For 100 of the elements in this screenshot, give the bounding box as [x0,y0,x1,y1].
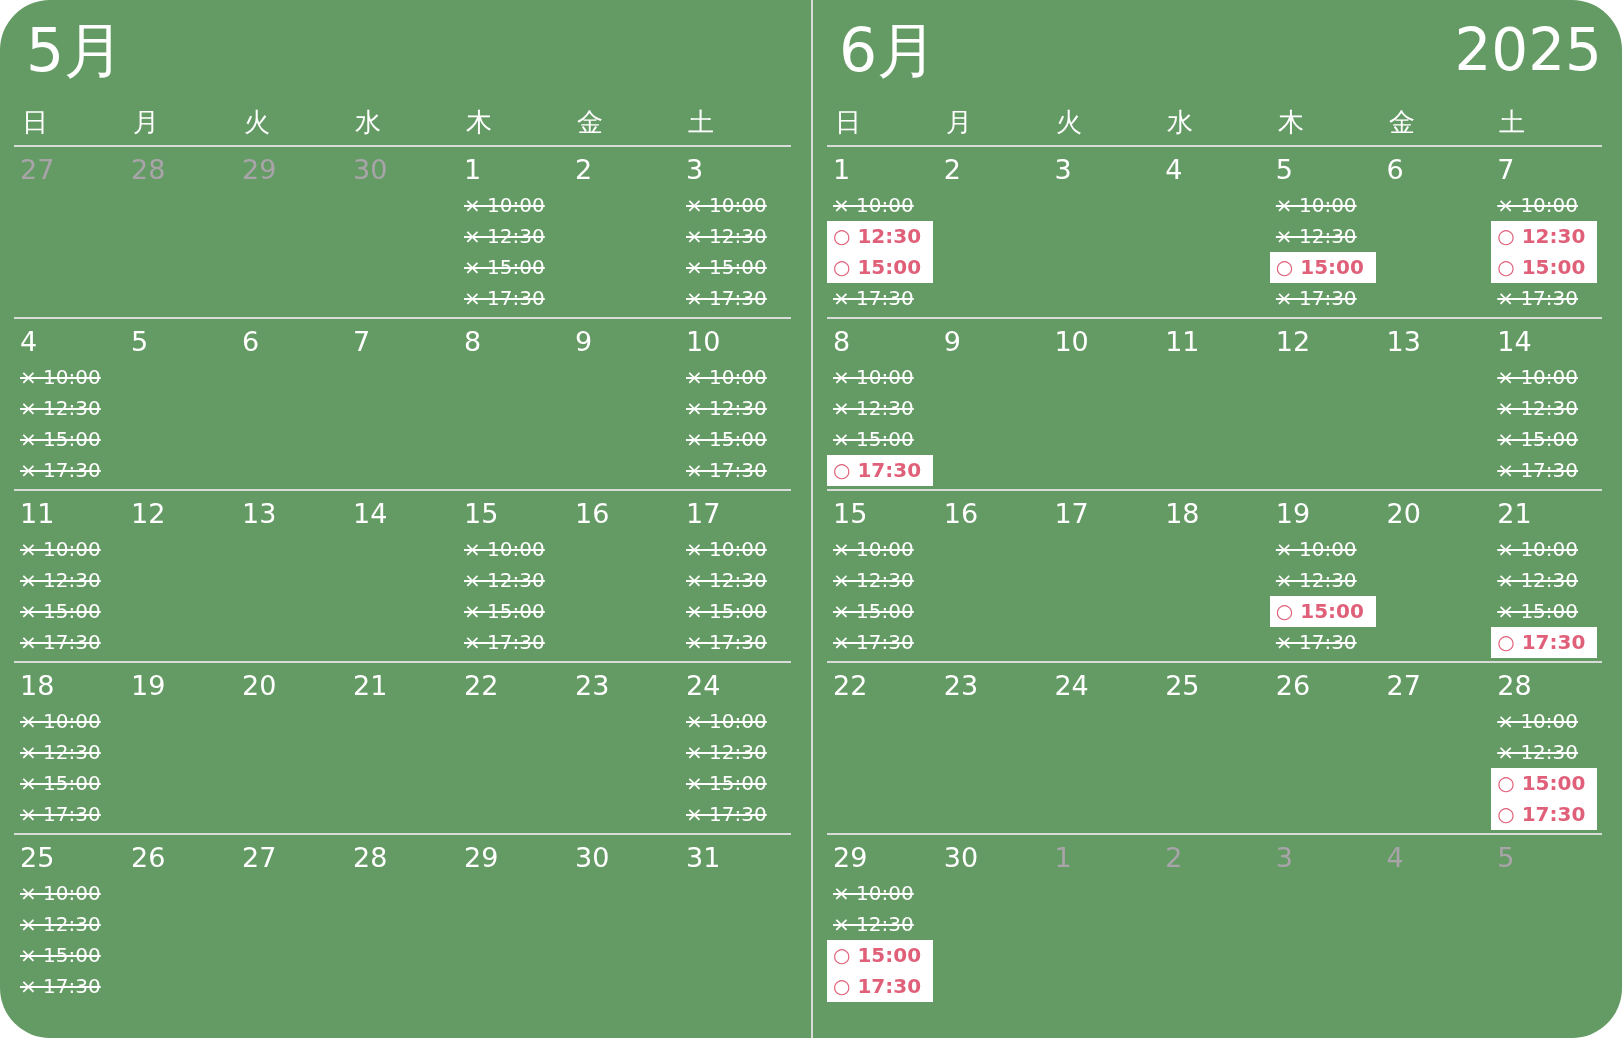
time-slot: × 10:00 [680,534,786,565]
time-slot: × 17:30 [680,627,786,658]
time-slot[interactable]: ○ 12:30 [1491,221,1598,252]
time-slot[interactable]: ○ 17:30 [1491,799,1598,830]
day-number: 30 [352,153,388,187]
time-slot: × 10:00 [827,534,933,565]
time-slot: × 17:30 [458,627,564,658]
time-slot: × 17:30 [1491,455,1598,486]
day-number: 20 [1385,497,1421,531]
time-slot: × 12:30 [680,565,786,596]
time-slot: × 15:00 [827,596,933,627]
day-number: 12 [1274,325,1311,359]
weekday-label: 日 [21,106,48,139]
weekday-label: 水 [354,106,381,139]
time-slot[interactable]: ○ 17:30 [1491,627,1598,658]
time-slot: × 12:30 [458,565,564,596]
time-slot: × 10:00 [680,362,786,393]
time-slot: × 10:00 [1269,190,1376,221]
day-number: 28 [130,153,166,187]
weekday-label: 土 [687,106,714,139]
time-slot: × 10:00 [458,190,564,221]
day-number: 30 [942,841,979,875]
day-number: 24 [685,669,721,703]
day-number: 27 [241,841,277,875]
day-number: 9 [942,325,961,359]
time-slot: × 12:30 [458,221,564,252]
day-number: 17 [685,497,721,531]
day-number: 27 [19,153,55,187]
time-slot: × 10:00 [680,706,786,737]
time-slot[interactable]: ○ 12:30 [827,221,933,252]
day-number: 17 [1053,497,1089,531]
time-slot: × 15:00 [14,424,120,455]
time-slot: × 15:00 [680,252,786,283]
day-number: 19 [1274,497,1311,531]
day-number: 29 [832,841,868,875]
time-slot: × 17:30 [14,455,120,486]
day-number: 12 [130,497,166,531]
weekday-label: 土 [1498,106,1526,139]
time-slot: × 15:00 [1491,424,1598,455]
day-number: 26 [130,841,166,875]
day-number: 2 [1164,841,1183,875]
day-number: 25 [19,841,55,875]
time-slot[interactable]: ○ 17:30 [827,971,933,1002]
day-number: 22 [463,669,499,703]
day-number: 28 [352,841,388,875]
time-slot: × 12:30 [1491,393,1598,424]
time-slot: × 10:00 [1491,190,1598,221]
time-slot: × 17:30 [1269,627,1376,658]
day-number: 11 [19,497,55,531]
time-slot: × 10:00 [14,534,120,565]
time-slot: × 15:00 [458,252,564,283]
time-slot[interactable]: ○ 17:30 [827,455,933,486]
day-number: 10 [685,325,721,359]
day-number: 9 [574,325,593,359]
day-number: 7 [1496,153,1515,187]
day-number: 4 [19,325,38,359]
time-slot: × 12:30 [827,565,933,596]
time-slot[interactable]: ○ 15:00 [827,252,933,283]
time-slot: × 15:00 [680,424,786,455]
time-slot[interactable]: ○ 15:00 [827,940,933,971]
time-slot: × 10:00 [1269,534,1376,565]
time-slot: × 10:00 [1491,362,1598,393]
day-number: 31 [685,841,721,875]
time-slot: × 10:00 [827,878,933,909]
day-number: 29 [463,841,499,875]
day-number: 18 [1164,497,1200,531]
day-number: 15 [832,497,868,531]
time-slot: × 12:30 [1269,221,1376,252]
time-slot: × 12:30 [680,221,786,252]
weekday-label: 木 [465,106,492,139]
day-number: 15 [463,497,499,531]
day-number: 26 [1274,669,1311,703]
time-slot[interactable]: ○ 15:00 [1269,252,1376,283]
day-number: 3 [1053,153,1072,187]
day-number: 23 [942,669,979,703]
time-slot: × 17:30 [1491,283,1598,314]
time-slot: × 17:30 [827,283,933,314]
day-number: 2 [574,153,593,187]
day-number: 3 [1274,841,1294,875]
time-slot[interactable]: ○ 15:00 [1491,252,1598,283]
time-slot[interactable]: ○ 15:00 [1491,768,1598,799]
day-number: 16 [574,497,610,531]
time-slot: × 15:00 [680,596,786,627]
time-slot: × 15:00 [14,768,120,799]
day-number: 20 [241,669,277,703]
day-number: 4 [1164,153,1183,187]
time-slot: × 17:30 [680,799,786,830]
day-number: 4 [1385,841,1404,875]
weekday-label: 火 [1055,106,1083,139]
day-number: 6 [241,325,260,359]
time-slot[interactable]: ○ 15:00 [1269,596,1376,627]
time-slot: × 12:30 [14,565,120,596]
time-slot: × 10:00 [14,878,120,909]
day-number: 22 [832,669,868,703]
day-number: 1 [463,153,482,187]
weekday-label: 水 [1166,106,1194,139]
weekday-label: 金 [1387,106,1415,139]
weekday-label: 火 [243,106,270,139]
weekday-label: 金 [576,106,603,139]
time-slot: × 12:30 [1491,565,1598,596]
